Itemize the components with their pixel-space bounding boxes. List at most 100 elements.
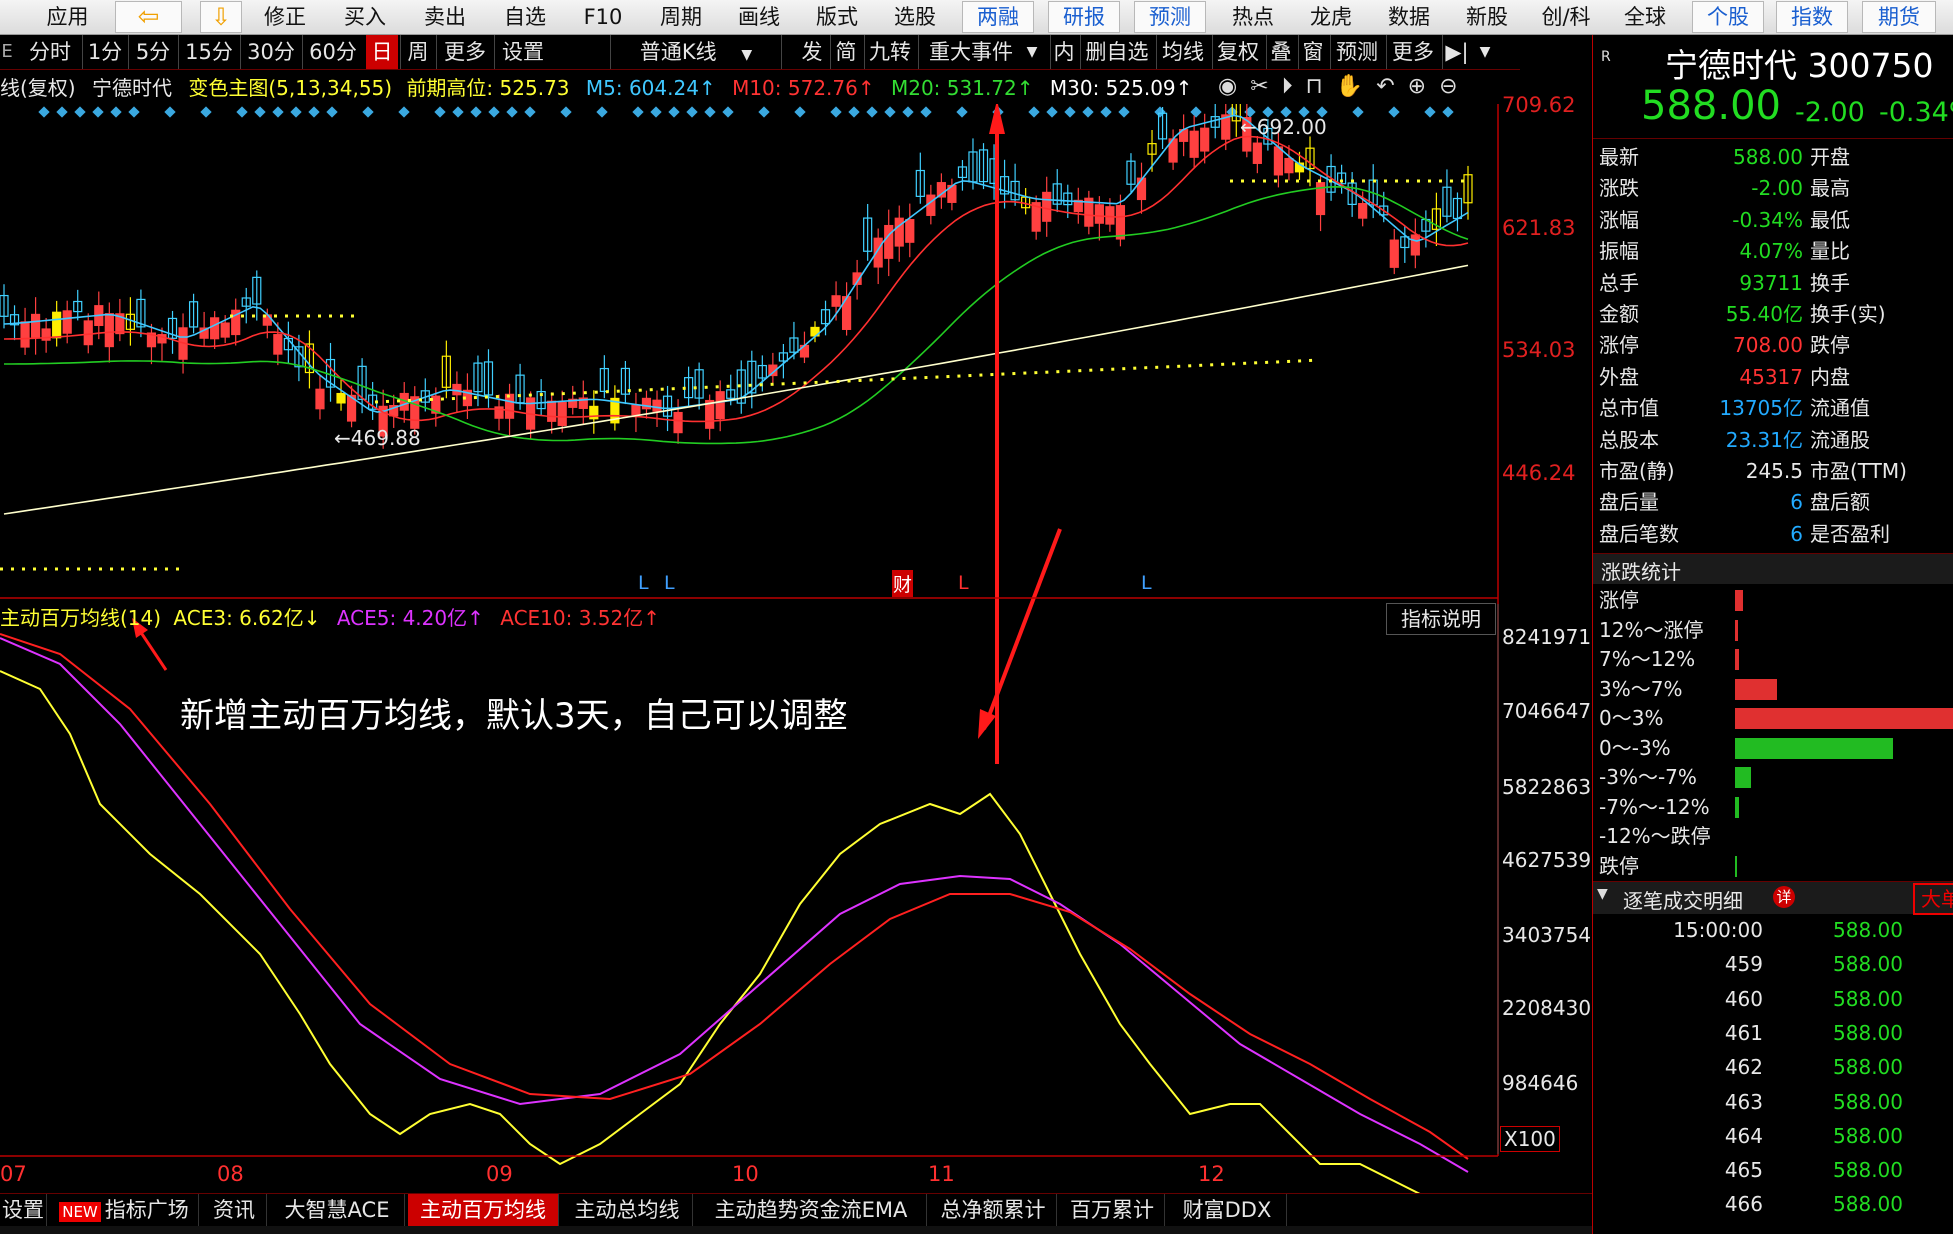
main-indicator-name[interactable]: 变色主图(5,13,34,55) [188, 76, 392, 100]
tab-million-cumulative[interactable]: 百万累计 [1060, 1194, 1165, 1227]
tool-button[interactable]: 九转 [864, 35, 915, 69]
tool-button[interactable]: 删自选 [1080, 35, 1153, 69]
diamond-marker [920, 106, 932, 118]
tool-button[interactable]: 更多 [1386, 35, 1439, 69]
sub-indicator-name[interactable]: 主动百万均线(14) [0, 606, 161, 630]
lock-icon[interactable]: ⊓ [1306, 74, 1336, 99]
toolbar-item[interactable]: 选股 [880, 0, 950, 34]
toolbar-item[interactable]: 龙虎 [1296, 0, 1366, 34]
panel-collapse[interactable]: E [0, 35, 14, 69]
toolbar-item[interactable]: 个股 [1692, 1, 1764, 33]
dist-bar [1735, 649, 1739, 670]
indicator-help-button[interactable]: 指标说明 [1386, 603, 1496, 635]
big-order-button[interactable]: 大单 [1913, 883, 1953, 915]
diamond-marker [398, 106, 410, 118]
toolbar-item[interactable]: 期货 [1862, 1, 1936, 33]
chevron-down-icon[interactable]: ▼ [1474, 35, 1496, 69]
adjust-label: 线(复权) [0, 76, 76, 100]
tab-news[interactable]: 资讯 [202, 1194, 267, 1227]
dist-row: 涨停 [1593, 586, 1953, 615]
stock-title: 宁德时代 300750 [1665, 46, 1934, 85]
ma20-line [4, 185, 1469, 445]
toolbar-item[interactable]: 修正 [250, 0, 320, 34]
tab-ddx[interactable]: 财富DDX [1168, 1194, 1287, 1227]
toolbar-app[interactable]: 应用 [30, 0, 105, 34]
tool-button[interactable]: 内 [1050, 35, 1077, 69]
candle-body [1200, 127, 1210, 152]
candle-body [1389, 239, 1399, 268]
toolbar-item[interactable]: 画线 [724, 0, 794, 34]
tab-active-million-ma[interactable]: 主动百万均线 [408, 1194, 559, 1227]
toolbar-item[interactable]: 卖出 [410, 0, 480, 34]
tab-net-cumulative[interactable]: 总净额累计 [930, 1194, 1057, 1227]
period-tab[interactable]: 周 [400, 35, 435, 69]
sub-axis-label: 5822863 [1502, 775, 1592, 799]
tab-active-trend-ema[interactable]: 主动趋势资金流EMA [696, 1194, 927, 1227]
expand-right-icon[interactable]: ▶| [1442, 35, 1471, 69]
toolbar-item[interactable]: 买入 [330, 0, 400, 34]
toolbar-item[interactable]: 两融 [962, 1, 1034, 33]
diamond-marker [1442, 106, 1454, 118]
play-icon[interactable]: ⏵ [1282, 74, 1306, 99]
period-tab-selected[interactable]: 日 [366, 35, 398, 69]
toolbar-item[interactable]: 数据 [1374, 0, 1444, 34]
detail-badge[interactable]: 详 [1773, 886, 1795, 908]
period-tab[interactable]: 5分 [128, 35, 177, 69]
settings-button[interactable]: 设置 [494, 35, 551, 69]
toolbar-item[interactable]: 新股 [1452, 0, 1522, 34]
diamond-marker [56, 106, 68, 118]
zoom-in-icon[interactable]: ⊕ [1408, 74, 1439, 99]
period-tab[interactable]: 更多 [436, 35, 493, 69]
tool-button[interactable]: 预测 [1330, 35, 1383, 69]
quote-key: 市盈(静) [1599, 459, 1675, 483]
period-tab[interactable]: 1分 [82, 35, 127, 69]
toolbar-item[interactable]: 热点 [1218, 0, 1288, 34]
period-tab[interactable]: 15分 [178, 35, 239, 69]
finance-report-marker[interactable]: 财 [892, 570, 914, 597]
period-tab[interactable]: 分时 [22, 35, 78, 69]
down-arrow-button[interactable]: ⇩ [200, 1, 242, 33]
tool-button[interactable]: 窗 [1298, 35, 1327, 69]
tool-button[interactable]: 均线 [1156, 35, 1209, 69]
zoom-out-icon[interactable]: ⊖ [1439, 74, 1470, 99]
diamond-marker [110, 106, 122, 118]
back-arrow-button[interactable]: ⇦ [115, 1, 182, 33]
toolbar-item[interactable]: 创/科 [1530, 0, 1602, 34]
quote-key-2: 盘后额 [1810, 490, 1870, 515]
tab-ace[interactable]: 大智慧ACE [270, 1194, 405, 1227]
eye-icon[interactable]: ◉ [1218, 74, 1250, 99]
scissors-icon[interactable]: ✂ [1250, 74, 1281, 99]
period-tab[interactable]: 60分 [302, 35, 363, 69]
tool-button[interactable]: 简 [830, 35, 861, 69]
dist-row: -3%～-7% [1593, 763, 1953, 792]
chevron-down-icon[interactable]: ▼ [1022, 35, 1042, 69]
dist-header: 涨跌统计 [1593, 553, 1953, 584]
toolbar-item[interactable]: 全球 [1610, 0, 1680, 34]
chart-area[interactable] [0, 104, 1592, 1194]
period-tab[interactable]: 30分 [240, 35, 301, 69]
kline-type-dropdown[interactable]: 普通K线 ▼ [610, 35, 782, 69]
toolbar-item[interactable]: 预测 [1134, 1, 1206, 33]
toolbar-item[interactable]: 研报 [1048, 1, 1120, 33]
tab-active-total-ma[interactable]: 主动总均线 [562, 1194, 693, 1227]
candle-body [1094, 204, 1104, 224]
tab-settings[interactable]: 设置 [0, 1194, 47, 1227]
diamond-marker [1424, 106, 1436, 118]
undo-icon[interactable]: ↶ [1376, 74, 1407, 99]
tool-button[interactable]: 重大事件 [918, 35, 1023, 69]
toolbar-item[interactable]: 自选 [490, 0, 560, 34]
toolbar-item[interactable]: F10 [568, 0, 638, 34]
dist-row: -12%～跌停 [1593, 822, 1953, 851]
tick-list: 15:00:00 588.00 459 588.00 460 588.00 461 588.0… [1593, 915, 1953, 1225]
tab-indicator-plaza[interactable]: NEW 指标广场 [50, 1194, 199, 1227]
candle-body [504, 393, 515, 419]
hand-icon[interactable]: ✋ [1336, 74, 1376, 99]
toolbar-item[interactable]: 版式 [802, 0, 872, 34]
quote-key-2: 换手(实) [1810, 302, 1886, 326]
tool-button[interactable]: 发 [798, 35, 826, 69]
triangle-down-icon[interactable]: ▼ [1597, 886, 1608, 902]
toolbar-item[interactable]: 周期 [646, 0, 716, 34]
tool-button[interactable]: 叠 [1266, 35, 1295, 69]
toolbar-item[interactable]: 指数 [1776, 1, 1848, 33]
tool-button[interactable]: 复权 [1212, 35, 1263, 69]
